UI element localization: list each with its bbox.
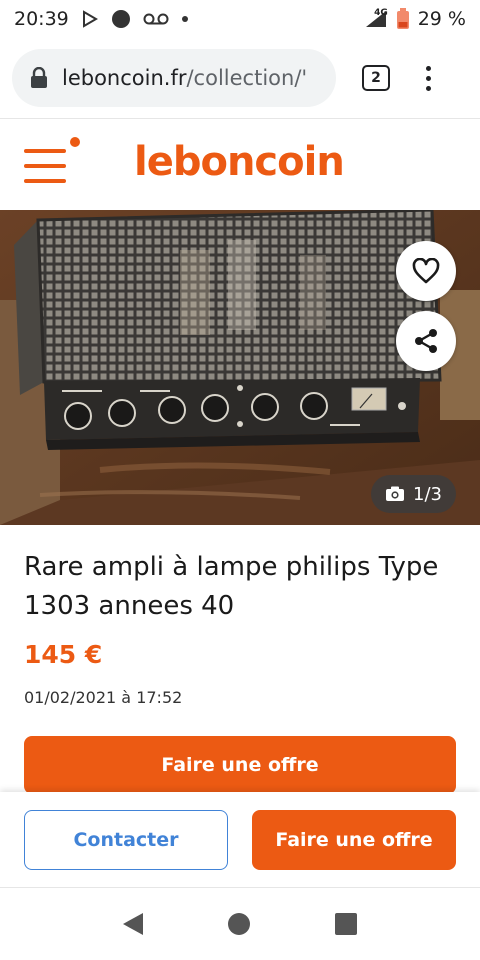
status-time: 20:39 — [14, 8, 69, 30]
tab-switcher-button[interactable]: 2 — [362, 65, 390, 91]
heart-icon — [412, 258, 440, 284]
leboncoin-logo[interactable]: leboncoin — [134, 139, 345, 185]
lock-icon — [31, 67, 47, 88]
status-left: 20:39 — [14, 8, 189, 30]
sticky-action-bar: Contacter Faire une offre — [0, 792, 480, 888]
url-domain: leboncoin.fr — [62, 66, 187, 90]
browser-toolbar: leboncoin.fr/collection/' 2 — [0, 38, 480, 118]
network-type: 4G — [374, 8, 388, 18]
photo-counter-text: 1/3 — [413, 483, 442, 505]
back-icon[interactable] — [122, 913, 143, 935]
listing-title: Rare ampli à lampe philips Type 1303 ann… — [24, 552, 439, 621]
home-icon[interactable] — [227, 913, 250, 935]
tab-count: 2 — [371, 70, 381, 86]
play-store-icon — [82, 10, 98, 28]
share-icon — [415, 329, 437, 353]
system-nav-bar — [0, 888, 480, 960]
address-bar[interactable]: leboncoin.fr/collection/' — [12, 49, 336, 107]
recent-apps-icon[interactable] — [335, 913, 358, 935]
listing-date: 01/02/2021 à 17:52 — [24, 688, 183, 707]
camera-icon — [386, 486, 405, 501]
listing-price: 145 € — [24, 640, 103, 669]
listing-photo[interactable]: 1/3 — [0, 210, 480, 525]
photo-counter[interactable]: 1/3 — [371, 475, 456, 513]
hamburger-menu-icon[interactable] — [24, 137, 80, 183]
status-right: 4G 29 % — [364, 8, 466, 30]
make-offer-button[interactable]: Faire une offre — [24, 736, 456, 794]
favorite-button[interactable] — [396, 241, 456, 301]
url-path: /collection/' — [186, 66, 308, 90]
url-text: leboncoin.fr/collection/' — [62, 66, 307, 90]
status-bar: 20:39 4G 29 % — [0, 0, 480, 38]
contact-button[interactable]: Contacter — [24, 810, 228, 870]
browser-menu-icon[interactable] — [426, 65, 431, 91]
voicemail-icon — [143, 13, 169, 25]
battery-percent: 29 % — [417, 8, 466, 30]
battery-icon — [396, 8, 409, 29]
notification-dot-icon — [111, 10, 130, 28]
site-header: leboncoin — [0, 118, 480, 210]
share-button[interactable] — [396, 311, 456, 371]
more-dot-icon — [181, 16, 188, 22]
make-offer-sticky-button[interactable]: Faire une offre — [252, 810, 456, 870]
